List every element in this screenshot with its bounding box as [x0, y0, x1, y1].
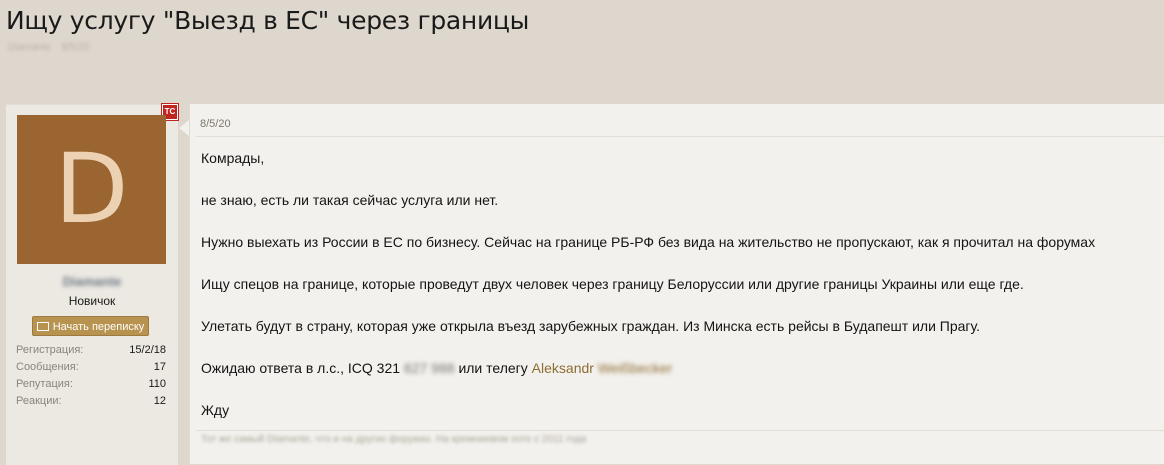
post-pointer: [179, 120, 189, 136]
stat-label: Сообщения:: [16, 361, 79, 373]
thread-author[interactable]: Diamante: [8, 42, 51, 53]
telegram-link-hidden[interactable]: Weißbecker: [598, 360, 672, 376]
stat-row-reputation: Репутация: 110: [16, 376, 166, 393]
stat-row-messages: Сообщения: 17: [16, 359, 166, 376]
telegram-link[interactable]: Aleksandr: [532, 360, 594, 376]
user-rank: Новичок: [68, 294, 116, 308]
post-paragraph: Ищу спецов на границе, которые проведут …: [201, 276, 1024, 292]
icq-number-hidden: 627 988: [403, 360, 455, 376]
start-conversation-label: Начать переписку: [52, 321, 145, 333]
stat-label: Репутация:: [16, 378, 73, 390]
thread-date[interactable]: 8/5/20: [62, 42, 90, 53]
user-stats: Регистрация: 15/2/18 Сообщения: 17 Репут…: [16, 342, 166, 410]
contact-mid: или телегу: [458, 360, 528, 376]
start-conversation-button[interactable]: Начать переписку: [32, 316, 149, 336]
envelope-icon: [36, 321, 49, 331]
stat-value: 12: [153, 395, 166, 407]
stat-value: 110: [148, 378, 166, 390]
stat-value: 15/2/18: [129, 344, 166, 356]
signature-divider: [196, 430, 1164, 431]
thread-meta: Diamante 8/5/20: [8, 42, 97, 53]
signature: Тот же самый Diamante, что и на других ф…: [201, 434, 587, 445]
post-date[interactable]: 8/5/20: [200, 118, 231, 130]
post-paragraph: не знаю, есть ли такая сейчас услуга или…: [201, 192, 499, 208]
stat-label: Реакции:: [16, 395, 62, 407]
username[interactable]: Diamante: [6, 274, 178, 289]
post-paragraph: Жду: [201, 402, 230, 418]
stat-row-registration: Регистрация: 15/2/18: [16, 342, 166, 359]
post-paragraph-contact: Ожидаю ответа в л.с., ICQ 321 627 988 ил…: [201, 359, 672, 377]
post-paragraph: Улетать будут в страну, которая уже откр…: [201, 318, 981, 334]
thread-title: Ищу услугу "Выезд в ЕС" через границы: [6, 6, 530, 35]
post-paragraph: Нужно выехать из России в ЕС по бизнесу.…: [201, 234, 1096, 250]
avatar[interactable]: D: [17, 115, 166, 264]
contact-prefix: Ожидаю ответа в л.с., ICQ 321: [201, 360, 401, 376]
post-divider: [196, 136, 1164, 137]
stat-row-reactions: Реакции: 12: [16, 393, 166, 410]
post-paragraph: Комрады,: [201, 150, 265, 166]
stat-value: 17: [153, 361, 166, 373]
stat-label: Регистрация:: [16, 344, 84, 356]
